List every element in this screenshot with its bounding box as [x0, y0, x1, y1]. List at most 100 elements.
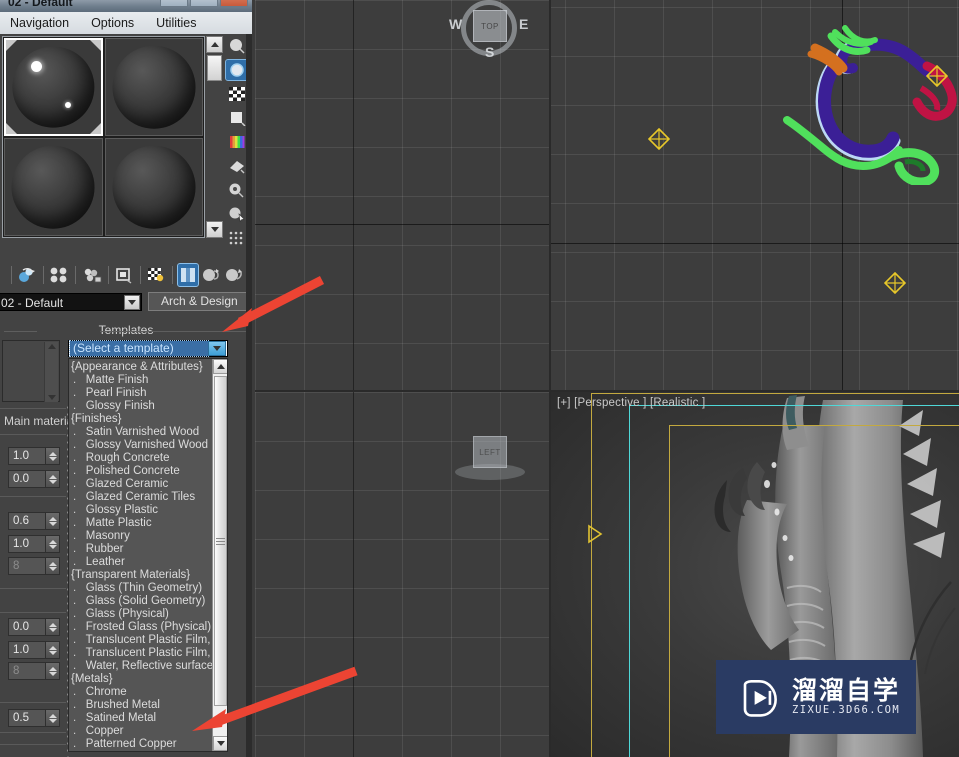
viewport-label-perspective[interactable]: [+] [Perspective ] [Realistic ] [557, 397, 705, 409]
template-list-item[interactable]: Glass (Thin Geometry) [69, 582, 212, 595]
template-list-items[interactable]: {Appearance & Attributes}Matte FinishPea… [69, 359, 212, 751]
template-list-item[interactable]: Chrome [69, 686, 212, 699]
template-list-item[interactable]: {Metals} [69, 673, 212, 686]
template-list-item[interactable]: Glazed Ceramic [69, 478, 212, 491]
viewport-divider-vertical[interactable] [549, 0, 551, 757]
make-material-copy-icon[interactable] [146, 264, 166, 286]
scroll-up-button[interactable] [213, 359, 228, 374]
template-list-item[interactable]: Glossy Plastic [69, 504, 212, 517]
sample-slot-1[interactable] [4, 38, 103, 136]
maximize-button[interactable] [190, 0, 218, 7]
helper-gizmo-icon[interactable] [648, 128, 670, 150]
dragon-wireframe-object[interactable] [781, 10, 959, 185]
spinner-value[interactable]: 0.0 [8, 470, 46, 488]
spinner-arrows[interactable] [46, 512, 60, 530]
helper-gizmo-icon[interactable] [926, 65, 948, 87]
viewcube-top[interactable]: TOP W E S [447, 0, 531, 68]
viewcube-face-top[interactable]: TOP [473, 10, 507, 42]
spinner-arrows[interactable] [46, 535, 60, 553]
light-gizmo-icon[interactable] [587, 524, 603, 544]
template-list-item[interactable]: {Finishes} [69, 413, 212, 426]
param-spinner[interactable]: 0.6 [8, 512, 60, 530]
menu-utilities[interactable]: Utilities [156, 16, 196, 30]
backlight-icon[interactable] [226, 60, 248, 80]
spinner-arrows[interactable] [46, 641, 60, 659]
template-list-item[interactable]: Copper [69, 725, 212, 738]
spinner-arrows[interactable] [46, 470, 60, 488]
background-listbox[interactable] [2, 340, 60, 402]
sample-slots-scrollbar[interactable] [206, 36, 223, 238]
template-list-item[interactable]: Leather [69, 556, 212, 569]
material-editor-horizontal-toolbar[interactable] [8, 262, 244, 288]
spinner-arrows[interactable] [46, 557, 60, 575]
material-name-input[interactable]: 02 - Default [0, 293, 142, 311]
sample-slot-2[interactable] [105, 38, 204, 136]
viewcube-face-left[interactable]: LEFT [473, 436, 507, 468]
template-list-item[interactable]: Glazed Ceramic Tiles [69, 491, 212, 504]
param-spinner[interactable]: 1.0 [8, 447, 60, 465]
select-by-material-icon[interactable] [226, 204, 248, 224]
spinner-value[interactable]: 1.0 [8, 535, 46, 553]
param-spinner[interactable]: 0.0 [8, 470, 60, 488]
material-id-channel-icon[interactable] [226, 228, 248, 248]
material-name-row[interactable]: 02 - Default Arch & Design [0, 292, 252, 311]
scrollbar-thumb[interactable] [207, 55, 222, 81]
close-button[interactable] [220, 0, 248, 7]
scrollbar-thumb[interactable] [214, 376, 227, 706]
viewport-top-right[interactable] [551, 0, 959, 390]
template-list-item[interactable]: Patterned Copper [69, 738, 212, 751]
template-list-item[interactable]: Glossy Varnished Wood [69, 439, 212, 452]
template-list-item[interactable]: Polished Concrete [69, 465, 212, 478]
sample-slots-grid[interactable] [2, 36, 205, 238]
template-list-item[interactable]: Glossy Finish [69, 400, 212, 413]
param-spinner[interactable]: 8 [8, 662, 60, 680]
video-color-check-icon[interactable] [226, 132, 248, 152]
viewport-divider-horizontal[interactable] [255, 390, 549, 392]
put-to-scene-icon[interactable] [49, 264, 69, 286]
spinner-arrows[interactable] [46, 662, 60, 680]
scroll-down-button[interactable] [206, 221, 223, 238]
param-spinner[interactable]: 1.0 [8, 641, 60, 659]
window-titlebar[interactable]: 02 - Default [0, 0, 252, 12]
template-list-item[interactable]: Brushed Metal [69, 699, 212, 712]
template-list-item[interactable]: Rubber [69, 543, 212, 556]
helper-gizmo-icon[interactable] [884, 272, 906, 294]
template-combobox-value[interactable]: (Select a template) [70, 341, 208, 356]
template-list-item[interactable]: Glass (Solid Geometry) [69, 595, 212, 608]
spinner-value[interactable]: 0.5 [8, 709, 46, 727]
param-spinner[interactable]: 0.0 [8, 618, 60, 636]
spinner-value[interactable]: 8 [8, 662, 46, 680]
template-dropdown-list[interactable]: {Appearance & Attributes}Matte FinishPea… [68, 358, 228, 752]
menu-options[interactable]: Options [91, 16, 134, 30]
menu-navigation[interactable]: Navigation [10, 16, 69, 30]
spinner-value[interactable]: 8 [8, 557, 46, 575]
template-list-item[interactable]: Frosted Glass (Physical) [69, 621, 212, 634]
make-preview-icon[interactable] [226, 156, 248, 176]
template-list-item[interactable]: Masonry [69, 530, 212, 543]
template-list-item[interactable]: Matte Plastic [69, 517, 212, 530]
sample-slot-3[interactable] [4, 138, 103, 236]
viewport-divider-horizontal-right[interactable] [551, 390, 959, 392]
window-controls[interactable] [160, 0, 248, 7]
sample-type-sphere-icon[interactable] [226, 36, 248, 56]
viewport-top[interactable] [255, 0, 549, 757]
template-list-item[interactable]: Satined Metal [69, 712, 212, 725]
go-to-parent-icon[interactable] [224, 264, 244, 286]
param-spinner[interactable]: 8 [8, 557, 60, 575]
scroll-up-button[interactable] [206, 36, 223, 53]
sample-slot-4[interactable] [105, 138, 204, 236]
template-list-item[interactable]: Rough Concrete [69, 452, 212, 465]
spinner-arrows[interactable] [46, 447, 60, 465]
background-listbox-scrollbar[interactable] [44, 342, 58, 402]
template-list-item[interactable]: Matte Finish [69, 374, 212, 387]
spinner-value[interactable]: 0.6 [8, 512, 46, 530]
assign-to-selection-icon[interactable] [82, 264, 102, 286]
spinner-arrows[interactable] [46, 618, 60, 636]
reset-map-icon[interactable] [114, 264, 134, 286]
material-type-button[interactable]: Arch & Design [148, 292, 251, 311]
background-checker-icon[interactable] [226, 84, 248, 104]
templates-rollout-title[interactable]: Templates [0, 323, 252, 339]
template-list-item[interactable]: Pearl Finish [69, 387, 212, 400]
material-name-dropdown-button[interactable] [124, 295, 140, 310]
spinner-value[interactable]: 0.0 [8, 618, 46, 636]
